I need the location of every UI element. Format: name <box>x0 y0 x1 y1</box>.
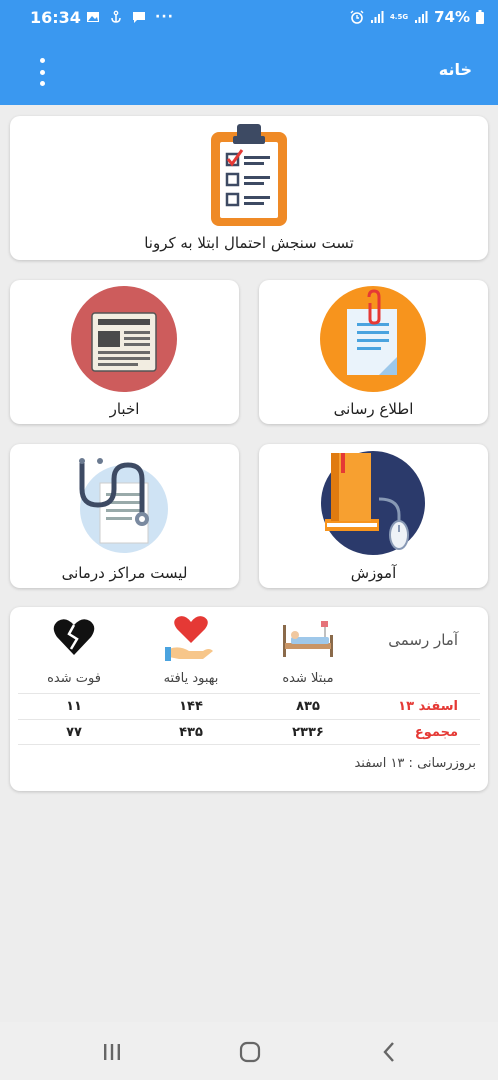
battery-percent: 74% <box>434 8 470 26</box>
alarm-icon <box>350 10 364 24</box>
clipboard-checklist-icon <box>211 124 287 226</box>
system-nav-bar <box>0 1022 498 1080</box>
newspaper-icon <box>71 286 177 392</box>
home-icon[interactable] <box>237 1039 263 1065</box>
recovered-column-header: بهبود یافته <box>163 671 219 686</box>
today-deaths-value: ۱۱ <box>66 699 82 714</box>
education-card[interactable]: آموزش <box>259 444 488 588</box>
news-card[interactable]: اخبار <box>10 280 239 424</box>
corona-test-card[interactable]: تست سنجش احتمال ابتلا به کرونا <box>10 116 488 260</box>
notepad-clip-icon <box>320 286 426 392</box>
signal-icon-2 <box>415 11 428 23</box>
more-notifications-icon: ··· <box>155 9 174 25</box>
network-type: 4.5G <box>389 12 409 21</box>
book-mouse-icon <box>321 451 425 555</box>
announcements-card[interactable]: اطلاع رسانی <box>259 280 488 424</box>
news-label: اخبار <box>109 400 140 418</box>
status-bar: 16:34 ··· 4.5G 74% <box>0 0 498 38</box>
corona-test-label: تست سنجش احتمال ابتلا به کرونا <box>144 234 354 252</box>
stats-title: آمار رسمی <box>388 631 458 649</box>
today-recovered-value: ۱۴۴ <box>179 699 203 714</box>
battery-icon <box>476 10 484 24</box>
system-status: 4.5G 74% <box>350 8 484 26</box>
total-infected-value: ۲۳۳۶ <box>292 725 324 740</box>
official-stats-card: آمار رسمی مبتلا شده بهبود یافته فوت شده … <box>10 607 488 791</box>
dot-icon <box>39 58 45 63</box>
recent-apps-icon[interactable] <box>99 1039 125 1065</box>
anchor-icon <box>111 10 121 23</box>
today-infected-value: ۸۳۵ <box>296 699 320 714</box>
total-deaths-value: ۷۷ <box>66 725 82 740</box>
back-icon[interactable] <box>377 1039 403 1065</box>
row-label-total: مجموع <box>414 725 458 740</box>
stethoscope-document-icon <box>79 458 168 553</box>
last-updated-text: بروزرسانی : ۱۳ اسفند <box>354 756 476 771</box>
status-time: 16:34 <box>30 8 81 27</box>
infected-column-header: مبتلا شده <box>282 671 334 686</box>
hand-heart-icon <box>165 616 213 661</box>
medical-centers-label: لیست مراکز درمانی <box>61 564 188 582</box>
app-bar: خانه <box>0 38 498 105</box>
medical-centers-card[interactable]: لیست مراکز درمانی <box>10 444 239 588</box>
stats-row-total: مجموع ۲۳۳۶ ۴۳۵ ۷۷ <box>18 719 480 745</box>
hospital-bed-icon <box>283 621 333 657</box>
dot-icon <box>39 81 45 86</box>
total-recovered-value: ۴۳۵ <box>179 725 203 740</box>
dot-icon <box>39 69 45 75</box>
notification-icons: ··· <box>86 9 174 25</box>
row-label-today: ۱۳ اسفند <box>398 699 458 714</box>
deaths-column-header: فوت شده <box>47 671 101 686</box>
announcements-label: اطلاع رسانی <box>333 400 414 418</box>
overflow-menu-button[interactable] <box>34 58 50 86</box>
message-icon <box>133 12 145 23</box>
education-label: آموزش <box>350 564 397 582</box>
broken-heart-icon <box>53 619 95 655</box>
page-title: خانه <box>438 60 472 79</box>
image-icon <box>87 12 99 22</box>
signal-icon <box>370 11 384 23</box>
stats-row-today: ۱۳ اسفند ۸۳۵ ۱۴۴ ۱۱ <box>18 693 480 719</box>
